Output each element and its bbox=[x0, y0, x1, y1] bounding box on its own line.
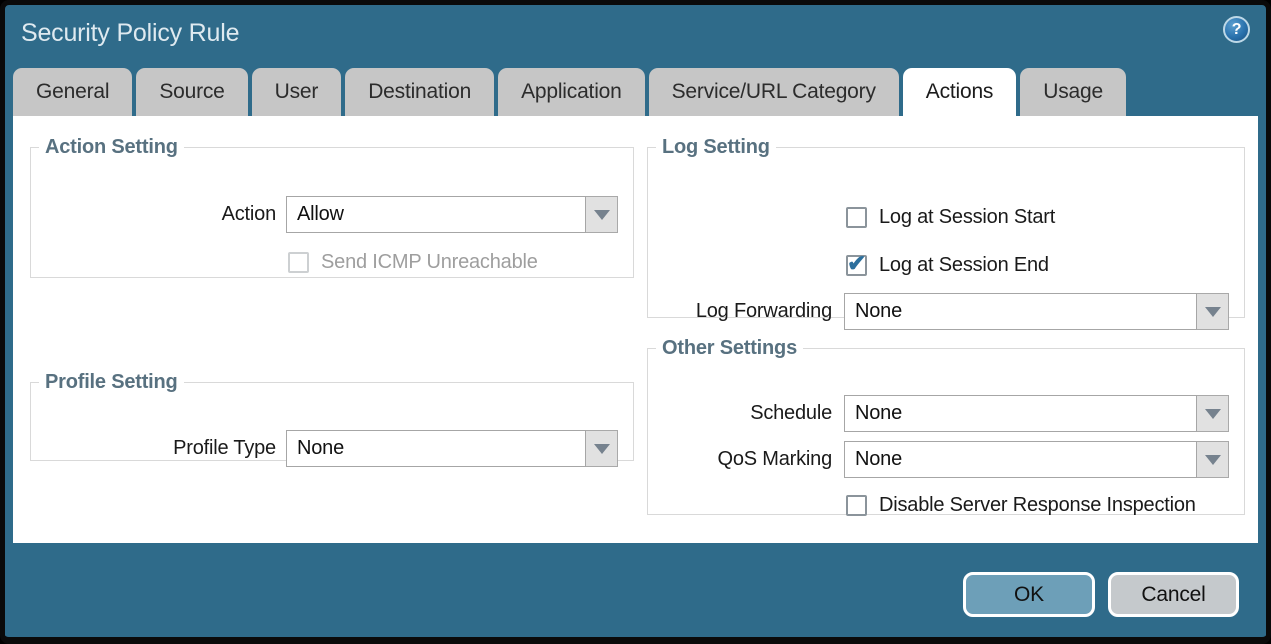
tab-content-panel: Action Setting Action Allow ✔ Send ICMP … bbox=[13, 116, 1258, 543]
chevron-down-icon bbox=[1205, 409, 1221, 419]
log-session-end-label[interactable]: Log at Session End bbox=[879, 254, 1049, 277]
tab-service-url-category[interactable]: Service/URL Category bbox=[649, 68, 899, 116]
tab-actions[interactable]: Actions bbox=[903, 68, 1016, 116]
send-icmp-checkbox: ✔ bbox=[288, 252, 309, 273]
schedule-dropdown-button[interactable] bbox=[1197, 395, 1229, 432]
dsri-row: ✔ Disable Server Response Inspection bbox=[846, 493, 1196, 517]
cancel-button[interactable]: Cancel bbox=[1108, 572, 1239, 617]
log-setting-section: Log Setting ✔ Log at Session Start ✔ Log… bbox=[647, 136, 1245, 318]
profile-setting-section: Profile Setting Profile Type None bbox=[30, 371, 634, 461]
tab-user[interactable]: User bbox=[252, 68, 342, 116]
checkmark-icon: ✔ bbox=[847, 250, 866, 277]
qos-marking-dropdown-value[interactable]: None bbox=[844, 441, 1197, 478]
profile-type-dropdown-button[interactable] bbox=[586, 430, 618, 467]
log-forwarding-label: Log Forwarding bbox=[648, 293, 832, 330]
action-label: Action bbox=[31, 196, 276, 233]
chevron-down-icon bbox=[1205, 307, 1221, 317]
log-forwarding-dropdown-button[interactable] bbox=[1197, 293, 1229, 330]
other-settings-section: Other Settings Schedule None QoS Marking… bbox=[647, 337, 1245, 515]
dialog-title: Security Policy Rule bbox=[21, 19, 239, 48]
profile-type-dropdown-value[interactable]: None bbox=[286, 430, 586, 467]
log-forwarding-dropdown[interactable]: None bbox=[844, 293, 1229, 330]
action-setting-legend: Action Setting bbox=[39, 136, 184, 159]
tab-application[interactable]: Application bbox=[498, 68, 645, 116]
send-icmp-row: ✔ Send ICMP Unreachable bbox=[288, 250, 538, 274]
tab-destination[interactable]: Destination bbox=[345, 68, 494, 116]
profile-setting-legend: Profile Setting bbox=[39, 371, 184, 394]
tab-bar: General Source User Destination Applicat… bbox=[13, 68, 1126, 116]
qos-marking-dropdown[interactable]: None bbox=[844, 441, 1229, 478]
chevron-down-icon bbox=[594, 210, 610, 220]
log-session-end-checkbox[interactable]: ✔ bbox=[846, 255, 867, 276]
chevron-down-icon bbox=[1205, 455, 1221, 465]
log-session-start-label[interactable]: Log at Session Start bbox=[879, 206, 1055, 229]
action-dropdown-value[interactable]: Allow bbox=[286, 196, 586, 233]
action-dropdown[interactable]: Allow bbox=[286, 196, 618, 233]
log-session-start-row: ✔ Log at Session Start bbox=[846, 205, 1055, 229]
log-session-start-checkbox[interactable]: ✔ bbox=[846, 207, 867, 228]
ok-button[interactable]: OK bbox=[963, 572, 1095, 617]
qos-marking-dropdown-button[interactable] bbox=[1197, 441, 1229, 478]
tab-source[interactable]: Source bbox=[136, 68, 247, 116]
dsri-label[interactable]: Disable Server Response Inspection bbox=[879, 494, 1196, 517]
log-session-end-row: ✔ Log at Session End bbox=[846, 253, 1049, 277]
action-setting-section: Action Setting Action Allow ✔ Send ICMP … bbox=[30, 136, 634, 278]
tab-usage[interactable]: Usage bbox=[1020, 68, 1126, 116]
profile-type-label: Profile Type bbox=[31, 430, 276, 467]
dsri-checkbox[interactable]: ✔ bbox=[846, 495, 867, 516]
tab-general[interactable]: General bbox=[13, 68, 132, 116]
schedule-label: Schedule bbox=[648, 395, 832, 432]
qos-marking-label: QoS Marking bbox=[648, 441, 832, 478]
log-setting-legend: Log Setting bbox=[656, 136, 776, 159]
other-settings-legend: Other Settings bbox=[656, 337, 803, 360]
log-forwarding-dropdown-value[interactable]: None bbox=[844, 293, 1197, 330]
chevron-down-icon bbox=[594, 444, 610, 454]
send-icmp-label: Send ICMP Unreachable bbox=[321, 251, 538, 274]
security-policy-rule-dialog: Security Policy Rule ? General Source Us… bbox=[0, 0, 1271, 644]
action-dropdown-button[interactable] bbox=[586, 196, 618, 233]
schedule-dropdown-value[interactable]: None bbox=[844, 395, 1197, 432]
help-icon[interactable]: ? bbox=[1223, 16, 1250, 43]
profile-type-dropdown[interactable]: None bbox=[286, 430, 618, 467]
schedule-dropdown[interactable]: None bbox=[844, 395, 1229, 432]
